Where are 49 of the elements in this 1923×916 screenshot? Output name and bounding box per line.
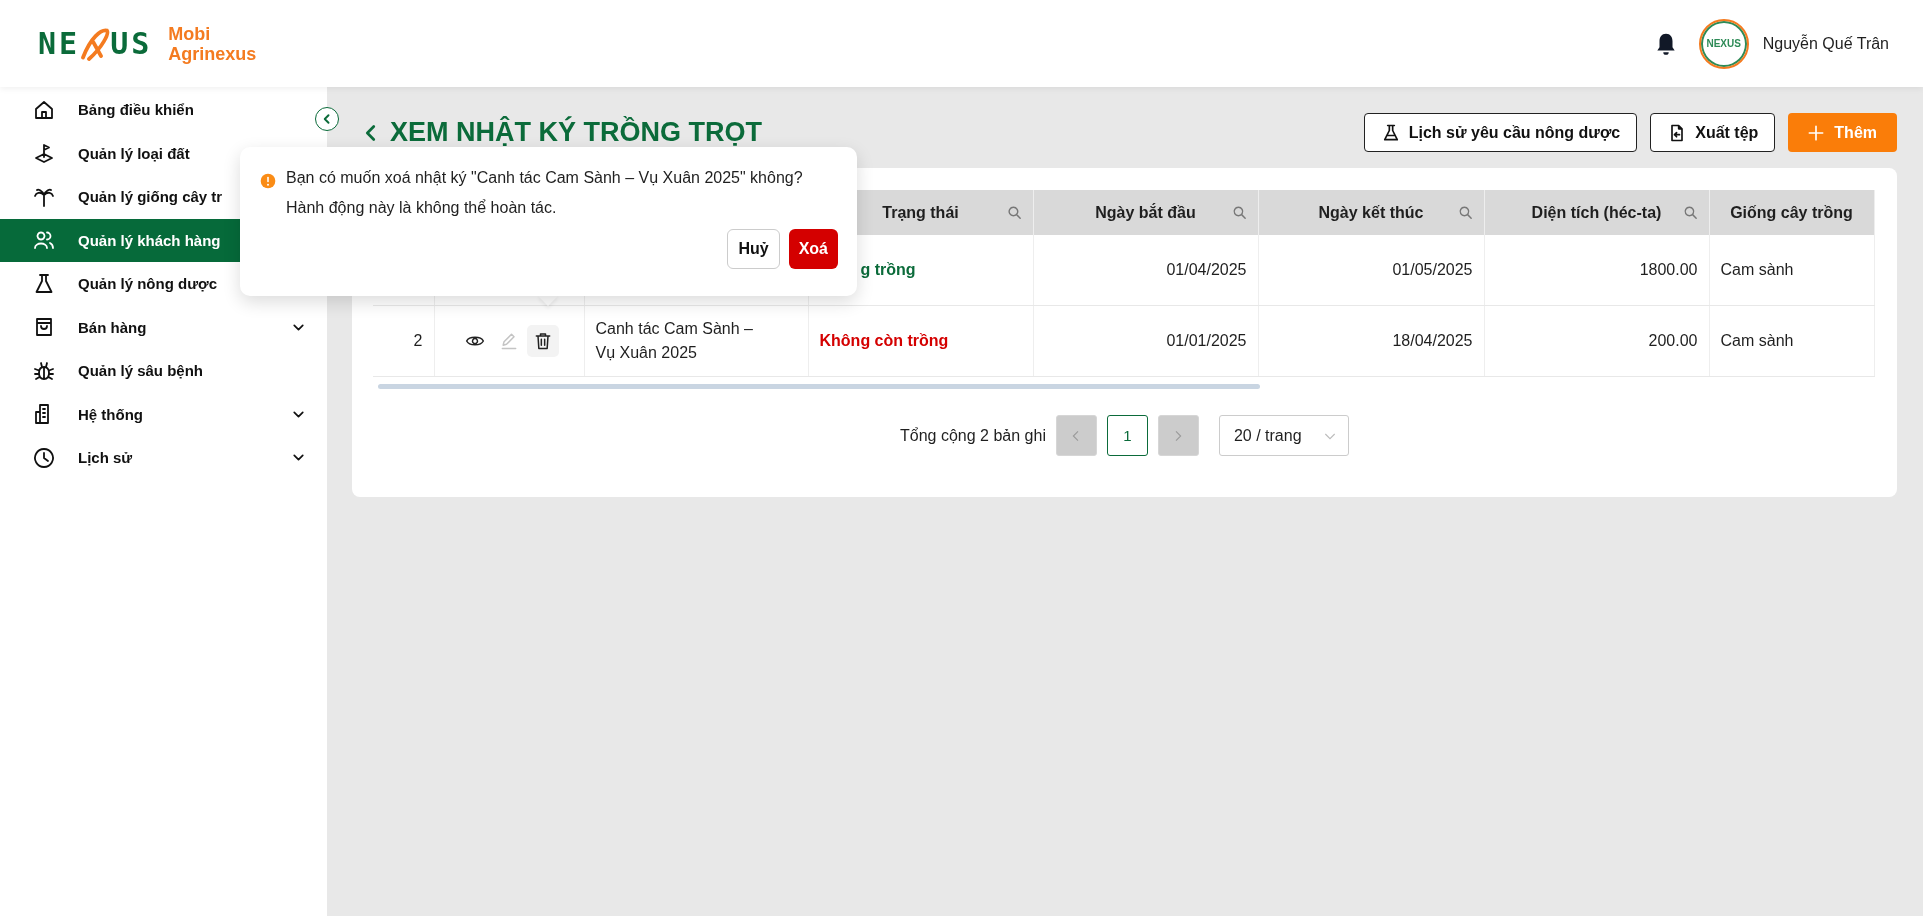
clock-icon xyxy=(32,445,56,470)
table-cell: Cam sành xyxy=(1720,261,1794,278)
confirm-message: Bạn có muốn xoá nhật ký "Canh tác Cam Sành – Vụ Xuân 2025" không? Hành động này là không thể hoàn tác. xyxy=(286,168,803,218)
sidebar-item[interactable]: Bán hàng xyxy=(0,305,313,349)
delete-button[interactable] xyxy=(527,325,559,357)
table-cell: Cam sành xyxy=(1720,332,1794,349)
cancel-button[interactable]: Huỷ xyxy=(727,229,780,269)
table-cell: 01/05/2025 xyxy=(1392,261,1473,278)
table-cell-text: Canh tác Cam Sành – Vụ Xuân 2025 xyxy=(595,319,754,363)
table-cell: 01/04/2025 xyxy=(1166,261,1247,278)
logo-wordmark: NE xyxy=(38,26,81,61)
search-icon[interactable] xyxy=(1681,204,1699,221)
brand-name: Mobi xyxy=(168,23,212,44)
total-records: Tổng cộng 2 bản ghi xyxy=(900,426,1046,445)
horizontal-scrollbar[interactable] xyxy=(378,384,1260,389)
search-icon[interactable] xyxy=(1456,204,1474,221)
trash-icon xyxy=(533,331,553,351)
delete-button[interactable]: Xoá xyxy=(788,229,838,269)
column-header[interactable]: Diện tích (héc-ta) xyxy=(1484,190,1709,235)
avatar[interactable]: NEXUS xyxy=(1698,18,1749,69)
warning-icon xyxy=(260,173,276,189)
search-icon[interactable] xyxy=(1005,204,1023,221)
row-number: 2 xyxy=(413,332,423,349)
sidebar-item[interactable]: Quản lý sâu bệnh xyxy=(0,349,313,393)
sidebar-item[interactable]: Bảng điều khiển xyxy=(0,88,313,132)
column-header[interactable]: Ngày bắt đầu xyxy=(1033,190,1258,235)
table-cell: 200.00 xyxy=(1648,332,1698,349)
page-number[interactable]: 1 xyxy=(1106,415,1148,456)
status-text: Không còn trồng xyxy=(819,332,949,349)
action-button[interactable]: Lịch sử yêu cầu nông dược xyxy=(1363,113,1638,152)
table-cell: 1800.00 xyxy=(1639,261,1698,278)
sidebar-item[interactable]: Hệ thống xyxy=(0,392,313,436)
action-button[interactable]: Xuất tệp xyxy=(1650,113,1776,152)
table-cell: 01/01/2025 xyxy=(1166,332,1247,349)
sidebar-item[interactable]: Quản lý nông dược xyxy=(0,262,313,306)
sidebar-item[interactable]: Lịch sử xyxy=(0,436,313,480)
status-text: g trồng xyxy=(860,261,916,278)
table-cell: 18/04/2025 xyxy=(1392,332,1473,349)
sprout-icon xyxy=(32,141,56,166)
page-title: XEM NHẬT KÝ TRỒNG TRỌT xyxy=(390,117,762,148)
user-name[interactable]: Nguyễn Quế Trân xyxy=(1762,34,1889,53)
collapse-sidebar-button[interactable] xyxy=(315,107,339,131)
logo-wordmark: US xyxy=(110,26,153,61)
column-header[interactable]: Ngày kết thúc xyxy=(1258,190,1484,235)
brand-name: Agrinexus xyxy=(168,43,257,64)
pencil-icon xyxy=(499,331,519,351)
page-size-select[interactable]: 20 / trang xyxy=(1218,415,1349,456)
search-icon[interactable] xyxy=(1230,204,1248,221)
column-header[interactable]: Giống cây trồng xyxy=(1709,190,1874,235)
